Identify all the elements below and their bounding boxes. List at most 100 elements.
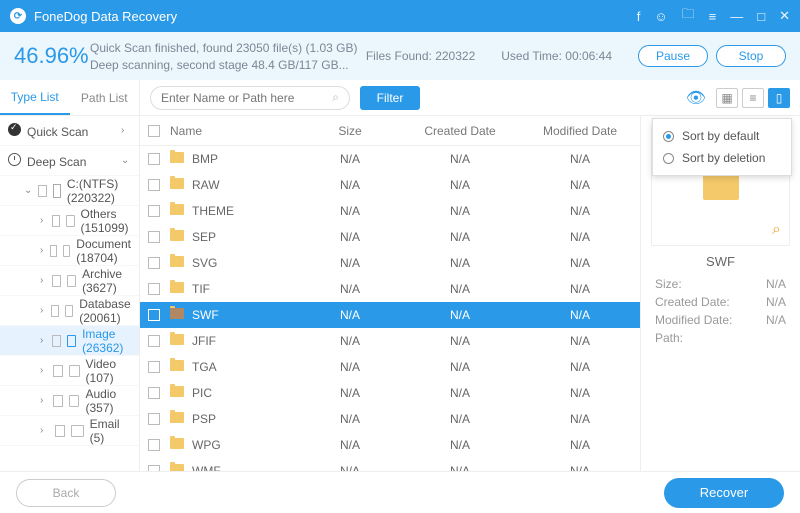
tree-item[interactable]: ›Document (18704)	[0, 236, 139, 266]
checkbox[interactable]	[53, 365, 62, 377]
checkbox[interactable]	[148, 361, 160, 373]
table-row[interactable]: WMFN/AN/AN/A	[140, 458, 640, 471]
search-field[interactable]	[161, 91, 332, 105]
folder-icon	[170, 282, 184, 293]
tab-type-list[interactable]: Type List	[0, 80, 70, 115]
checkbox[interactable]	[148, 179, 160, 191]
checkbox[interactable]	[148, 257, 160, 269]
checkbox[interactable]	[148, 439, 160, 451]
search-input[interactable]: ⌕	[150, 86, 350, 110]
checkbox[interactable]	[148, 335, 160, 347]
tree-item-label: Image (26362)	[82, 327, 131, 355]
checkbox[interactable]	[148, 283, 160, 295]
tree-disk[interactable]: ⌄ C:(NTFS) (220322)	[0, 176, 139, 206]
search-icon[interactable]: ⌕	[332, 90, 339, 105]
facebook-icon[interactable]: f	[637, 9, 641, 24]
table-row[interactable]: JFIFN/AN/AN/A	[140, 328, 640, 354]
preview-path-label: Path:	[655, 331, 683, 345]
stop-button[interactable]: Stop	[716, 45, 786, 67]
row-created: N/A	[400, 438, 520, 452]
tree-item-label: Video (107)	[86, 357, 131, 385]
category-icon	[66, 215, 75, 227]
row-name: TIF	[192, 282, 210, 296]
table-row[interactable]: RAWN/AN/AN/A	[140, 172, 640, 198]
filter-button[interactable]: Filter	[360, 86, 420, 110]
table-row[interactable]: SEPN/AN/AN/A	[140, 224, 640, 250]
tree-item[interactable]: ›Archive (3627)	[0, 266, 139, 296]
tree-item-label: Database (20061)	[79, 297, 131, 325]
tree-item[interactable]: ›Email (5)	[0, 416, 139, 446]
checkbox[interactable]	[52, 335, 60, 347]
table-row[interactable]: TGAN/AN/AN/A	[140, 354, 640, 380]
view-grid-icon[interactable]: ▦	[716, 88, 738, 108]
clock-icon	[8, 153, 21, 166]
tree-item[interactable]: ›Video (107)	[0, 356, 139, 386]
save-icon[interactable]: 🗀	[682, 5, 695, 27]
row-name: RAW	[192, 178, 220, 192]
tree-item[interactable]: › Database (20061)	[0, 296, 139, 326]
checkbox[interactable]	[53, 395, 62, 407]
row-modified: N/A	[520, 152, 640, 166]
tree-quick-scan[interactable]: Quick Scan ›	[0, 116, 139, 146]
sort-default[interactable]: Sort by default	[653, 125, 791, 147]
recover-button[interactable]: Recover	[664, 478, 784, 508]
row-size: N/A	[300, 334, 400, 348]
row-modified: N/A	[520, 256, 640, 270]
checkbox[interactable]	[148, 205, 160, 217]
checkbox-all[interactable]	[148, 125, 160, 137]
view-detail-icon[interactable]: ▯	[768, 88, 790, 108]
checkbox[interactable]	[148, 387, 160, 399]
table-row[interactable]: WPGN/AN/AN/A	[140, 432, 640, 458]
col-size[interactable]: Size	[300, 124, 400, 138]
table-header: Name Size Created Date Modified Date	[140, 116, 640, 146]
checkbox[interactable]	[52, 215, 60, 227]
table-row[interactable]: THEMEN/AN/AN/A	[140, 198, 640, 224]
row-size: N/A	[300, 464, 400, 471]
row-name: SVG	[192, 256, 217, 270]
close-icon[interactable]: ✕	[779, 8, 790, 24]
table-row[interactable]: PSPN/AN/AN/A	[140, 406, 640, 432]
tree-item[interactable]: ›Others (151099)	[0, 206, 139, 236]
pause-button[interactable]: Pause	[638, 45, 708, 67]
chevron-right-icon: ›	[40, 305, 45, 316]
tab-path-list[interactable]: Path List	[70, 80, 140, 115]
preview-md-label: Modified Date:	[655, 313, 732, 327]
checkbox[interactable]	[50, 245, 56, 257]
row-size: N/A	[300, 230, 400, 244]
row-size: N/A	[300, 282, 400, 296]
checkbox[interactable]	[148, 413, 160, 425]
sort-deletion[interactable]: Sort by deletion	[653, 147, 791, 169]
table-row[interactable]: SVGN/AN/AN/A	[140, 250, 640, 276]
back-button[interactable]: Back	[16, 479, 116, 507]
minimize-icon[interactable]: ―	[730, 9, 743, 24]
checkbox[interactable]	[148, 153, 160, 165]
tree-deep-scan[interactable]: Deep Scan ⌄	[0, 146, 139, 176]
checkbox[interactable]	[148, 231, 160, 243]
tree-item[interactable]: ›Image (26362)	[0, 326, 139, 356]
col-modified[interactable]: Modified Date	[520, 124, 640, 138]
table-row[interactable]: BMPN/AN/AN/A	[140, 146, 640, 172]
checkbox[interactable]	[52, 275, 60, 287]
row-modified: N/A	[520, 334, 640, 348]
col-name[interactable]: Name	[170, 124, 300, 138]
folder-icon	[170, 360, 184, 371]
row-modified: N/A	[520, 360, 640, 374]
view-list-icon[interactable]: ≡	[742, 88, 764, 108]
table-row[interactable]: TIFN/AN/AN/A	[140, 276, 640, 302]
table-row[interactable]: SWFN/AN/AN/A	[140, 302, 640, 328]
row-created: N/A	[400, 204, 520, 218]
preview-toggle-icon[interactable]: 👁	[686, 88, 706, 108]
feedback-icon[interactable]: ☺	[654, 9, 667, 24]
table-row[interactable]: PICN/AN/AN/A	[140, 380, 640, 406]
checkbox[interactable]	[38, 185, 46, 197]
checkbox[interactable]	[148, 465, 160, 471]
col-created[interactable]: Created Date	[400, 124, 520, 138]
row-size: N/A	[300, 178, 400, 192]
checkbox[interactable]	[55, 425, 66, 437]
menu-icon[interactable]: ≡	[709, 9, 717, 24]
checkbox[interactable]	[148, 309, 160, 321]
maximize-icon[interactable]: □	[757, 9, 765, 24]
tree-item[interactable]: ›Audio (357)	[0, 386, 139, 416]
checkbox[interactable]	[51, 305, 58, 317]
magnify-icon[interactable]: ⌕	[772, 221, 781, 239]
